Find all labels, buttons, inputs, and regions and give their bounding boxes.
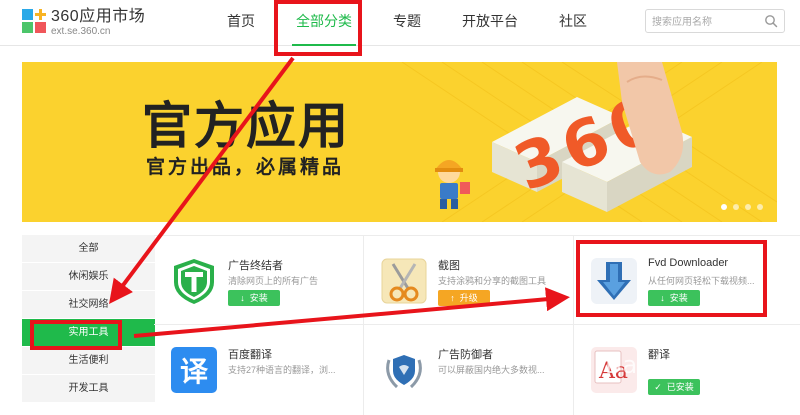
nav-community[interactable]: 社区: [547, 0, 599, 46]
logo-title: 360应用市场: [51, 8, 146, 25]
app-name[interactable]: 截图: [438, 257, 460, 273]
app-description: 支持27种语言的翻译，浏...: [228, 365, 336, 375]
search-icon[interactable]: [764, 14, 778, 28]
category-sidebar: 全部 休闲娱乐 社交网络 实用工具 生活便利 开发工具: [22, 235, 155, 403]
banner-illustration: 360: [401, 62, 777, 222]
installed-button[interactable]: ✓ 已安装: [648, 379, 700, 395]
translate-icon: 译: [171, 347, 217, 393]
sidebar-item-social[interactable]: 社交网络: [22, 291, 155, 318]
sidebar-item-leisure[interactable]: 休闲娱乐: [22, 263, 155, 290]
app-name[interactable]: 百度翻译: [228, 346, 272, 362]
nav-all-categories[interactable]: 全部分类: [284, 0, 364, 46]
download-icon: ↓: [660, 293, 665, 303]
app-description: 支持涂鸦和分享的截图工具: [438, 276, 547, 286]
scissors-icon: [381, 258, 427, 304]
carousel-dot[interactable]: [733, 204, 739, 210]
download-icon: ↓: [240, 293, 245, 303]
upgrade-button[interactable]: ↑ 升级: [438, 290, 490, 306]
nav-topics[interactable]: 专题: [381, 0, 433, 46]
banner-title: 官方应用: [142, 97, 350, 155]
nav-open-platform[interactable]: 开放平台: [450, 0, 530, 46]
app-name[interactable]: 广告终结者: [228, 257, 283, 273]
search-box: [645, 9, 785, 34]
app-description: 可以屏蔽国内绝大多数视...: [438, 365, 545, 375]
shield-t-icon: [174, 259, 214, 304]
banner-subtitle: 官方出品，必属精品: [146, 156, 345, 178]
app-name[interactable]: Fvd Downloader: [648, 257, 728, 269]
nav-home[interactable]: 首页: [215, 0, 267, 46]
top-header: 360应用市场 ext.se.360.cn 首页 全部分类 专题 开放平台 社区: [0, 0, 800, 46]
carousel-dot[interactable]: [721, 204, 727, 210]
logo-mark-icon: [22, 9, 46, 33]
sidebar-item-life[interactable]: 生活便利: [22, 347, 155, 374]
main-nav: 首页 全部分类 专题 开放平台 社区: [215, 0, 616, 46]
app-card[interactable]: 截图 支持涂鸦和分享的截图工具 ↑ 升级: [364, 236, 574, 324]
logo-subtitle: ext.se.360.cn: [51, 26, 111, 37]
install-button[interactable]: ↓ 安装: [228, 290, 280, 306]
install-button[interactable]: ↓ 安装: [648, 290, 700, 306]
carousel-dots: [715, 204, 763, 210]
hero-banner[interactable]: 360 官方应用 官方出品，必属精品: [22, 62, 777, 222]
carousel-dot[interactable]: [745, 204, 751, 210]
app-card[interactable]: Fvd Downloader 从任何网页轻松下载视频... ↓ 安装: [574, 236, 784, 324]
laurel-shield-icon: [386, 355, 422, 389]
app-name[interactable]: 广告防御者: [438, 346, 493, 362]
app-grid: 广告终结者 清除网页上的所有广告 ↓ 安装 截图 支持涂鸦和分享的截图工具 ↑ 升级…: [154, 235, 800, 415]
logo[interactable]: 360应用市场 ext.se.360.cn: [22, 8, 145, 38]
app-card[interactable]: 广告终结者 清除网页上的所有广告 ↓ 安装: [154, 236, 364, 324]
search-input[interactable]: [646, 11, 756, 34]
sidebar-item-all[interactable]: 全部: [22, 235, 155, 262]
download-arrow-icon: [591, 258, 637, 304]
sidebar-item-dev-tools[interactable]: 开发工具: [22, 375, 155, 402]
check-icon: ✓: [654, 382, 662, 392]
sidebar-item-utilities[interactable]: 实用工具: [22, 319, 155, 346]
app-card[interactable]: 广告防御者 可以屏蔽国内绝大多数视...: [364, 325, 574, 413]
app-description: 从任何网页轻松下载视频...: [648, 276, 755, 286]
svg-text:译: 译: [180, 355, 209, 388]
upgrade-arrow-icon: ↑: [450, 293, 455, 303]
carousel-dot[interactable]: [757, 204, 763, 210]
app-card[interactable]: 译 百度翻译 支持27种语言的翻译，浏...: [154, 325, 364, 413]
watermark: Baidu 经验: [605, 351, 737, 379]
app-description: 清除网页上的所有广告: [228, 276, 319, 286]
